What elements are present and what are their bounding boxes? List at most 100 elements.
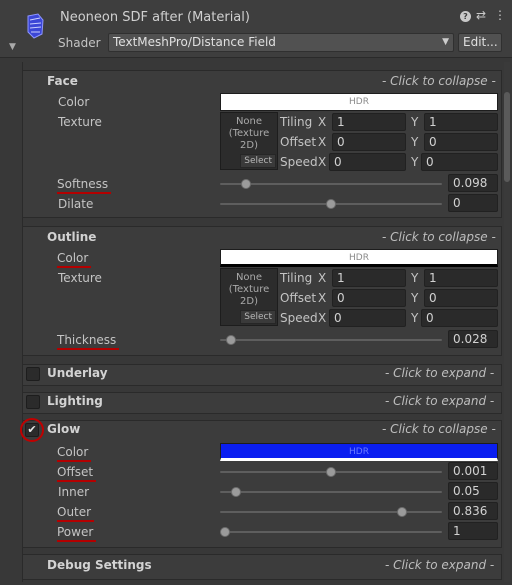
edit-shader-button[interactable]: Edit... [458, 33, 502, 52]
lighting-expand-hint[interactable]: - Click to expand - [385, 394, 494, 408]
face-collapse-hint[interactable]: - Click to collapse - [382, 74, 496, 88]
collapse-arrow-icon[interactable]: ▼ [9, 42, 16, 52]
underlay-expand-hint[interactable]: - Click to expand - [385, 366, 494, 380]
face-dilate-slider-handle[interactable] [326, 199, 336, 209]
shader-dropdown[interactable]: TextMeshPro/Distance Field ▼ [108, 33, 454, 52]
face-tiling-y-label: Y [411, 115, 419, 129]
face-texture-none-label: None (Texture 2D) [228, 116, 270, 151]
underlay-header-title[interactable]: Underlay [47, 366, 108, 380]
outline-thickness-slider-handle[interactable] [226, 335, 236, 345]
shader-value: TextMeshPro/Distance Field [113, 35, 276, 49]
glow-power-slider[interactable] [220, 527, 442, 537]
outline-tiling-label: Tiling [280, 271, 313, 285]
outline-speed-x-field[interactable]: 0 [329, 309, 406, 327]
face-dilate-label: Dilate [58, 197, 94, 211]
outline-offset-x-label: X [318, 291, 327, 305]
glow-offset-slider[interactable] [220, 467, 442, 477]
outline-color-label: Color [57, 250, 92, 268]
glow-power-label: Power [57, 524, 97, 542]
face-texture-select-button[interactable]: Select [240, 154, 276, 168]
outline-thickness-label: Thickness [57, 332, 120, 350]
face-tiling-y-field[interactable]: 1 [424, 113, 498, 131]
glow-collapse-hint[interactable]: - Click to collapse - [382, 422, 496, 436]
face-speed-y-field[interactable]: 0 [421, 153, 498, 171]
glow-header-title[interactable]: Glow [47, 422, 80, 436]
outline-texture-none-label: None (Texture 2D) [228, 272, 270, 307]
glow-offset-field[interactable]: 0.001 [448, 462, 498, 480]
outline-collapse-hint[interactable]: - Click to collapse - [382, 230, 496, 244]
outline-speed-x-label: X [318, 311, 327, 325]
scrollbar-thumb[interactable] [504, 92, 510, 182]
outline-speed-y-field[interactable]: 0 [421, 309, 498, 327]
face-offset-y-label: Y [411, 135, 419, 149]
material-icon [24, 12, 46, 40]
lighting-header-title[interactable]: Lighting [47, 394, 103, 408]
outline-offset-label: Offset [280, 291, 317, 305]
face-offset-x-label: X [318, 135, 327, 149]
face-speed-x-label: X [318, 155, 327, 169]
glow-inner-field[interactable]: 0.05 [448, 482, 498, 500]
face-softness-slider[interactable] [220, 179, 442, 189]
outline-tiling-y-field[interactable]: 1 [424, 269, 498, 287]
face-offset-label: Offset [280, 135, 317, 149]
debug-expand-hint[interactable]: - Click to expand - [385, 558, 494, 572]
outline-texture-select-button[interactable]: Select [240, 310, 276, 324]
glow-outer-slider[interactable] [220, 507, 442, 517]
glow-inner-slider[interactable] [220, 487, 442, 497]
debug-header-title[interactable]: Debug Settings [47, 558, 152, 572]
glow-power-field[interactable]: 1 [448, 522, 498, 540]
preset-icon[interactable]: ⇄ [476, 8, 486, 22]
face-softness-label: Softness [57, 176, 112, 194]
shader-label: Shader [58, 36, 101, 50]
outline-speed-y-label: Y [411, 311, 419, 325]
face-texture-slot[interactable]: None (Texture 2D) Select [220, 112, 278, 170]
outline-speed-label: Speed [280, 311, 318, 325]
glow-outer-field[interactable]: 0.836 [448, 502, 498, 520]
face-offset-y-field[interactable]: 0 [424, 133, 498, 151]
glow-offset-slider-handle[interactable] [326, 467, 336, 477]
glow-color-label: Color [57, 444, 92, 462]
face-dilate-field[interactable]: 0 [448, 194, 498, 212]
face-header-title[interactable]: Face [47, 74, 78, 88]
face-tiling-x-field[interactable]: 1 [332, 113, 406, 131]
outline-tiling-x-field[interactable]: 1 [332, 269, 406, 287]
outline-color-swatch[interactable]: HDR [220, 249, 498, 267]
glow-offset-label: Offset [57, 464, 97, 482]
face-color-swatch[interactable]: HDR [220, 93, 498, 111]
underlay-checkbox[interactable] [26, 367, 40, 381]
outline-thickness-slider[interactable] [220, 335, 442, 345]
face-speed-x-field[interactable]: 0 [329, 153, 406, 171]
face-tiling-label: Tiling [280, 115, 313, 129]
face-speed-label: Speed [280, 155, 318, 169]
face-speed-y-label: Y [411, 155, 419, 169]
face-softness-field[interactable]: 0.098 [448, 174, 498, 192]
outline-offset-x-field[interactable]: 0 [332, 289, 406, 307]
glow-outer-slider-handle[interactable] [397, 507, 407, 517]
glow-checkbox[interactable]: ✔ [25, 423, 39, 437]
face-softness-slider-handle[interactable] [241, 179, 251, 189]
outline-tiling-x-label: X [318, 271, 327, 285]
outline-offset-y-label: Y [411, 291, 419, 305]
outline-texture-slot[interactable]: None (Texture 2D) Select [220, 268, 278, 326]
outline-texture-label: Texture [58, 271, 102, 285]
checkmark-icon: ✔ [27, 423, 37, 436]
scrollbar[interactable] [504, 62, 510, 582]
glow-inner-slider-handle[interactable] [231, 487, 241, 497]
glow-color-swatch[interactable]: HDR [220, 443, 498, 461]
outline-tiling-y-label: Y [411, 271, 419, 285]
face-texture-label: Texture [58, 115, 102, 129]
outline-offset-y-field[interactable]: 0 [424, 289, 498, 307]
help-icon[interactable]: ? [460, 11, 471, 22]
face-dilate-slider[interactable] [220, 199, 442, 209]
glow-outer-label: Outer [57, 504, 95, 522]
glow-power-slider-handle[interactable] [220, 527, 230, 537]
context-menu-icon[interactable]: ⋮ [494, 8, 506, 22]
glow-inner-label: Inner [58, 485, 90, 499]
face-offset-x-field[interactable]: 0 [332, 133, 406, 151]
outline-thickness-field[interactable]: 0.028 [448, 330, 498, 348]
lighting-checkbox[interactable] [26, 395, 40, 409]
chevron-down-icon: ▼ [442, 37, 449, 47]
face-tiling-x-label: X [318, 115, 327, 129]
face-color-label: Color [58, 95, 90, 109]
outline-header-title[interactable]: Outline [47, 230, 96, 244]
